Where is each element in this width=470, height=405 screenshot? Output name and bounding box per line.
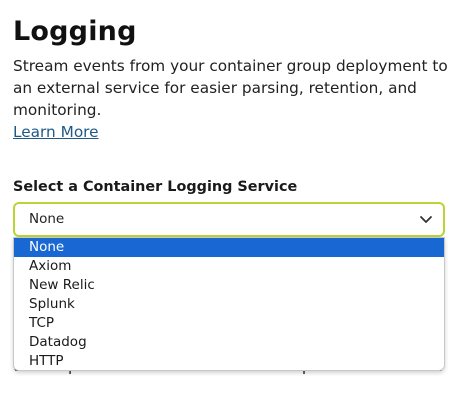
page-title: Logging bbox=[13, 16, 137, 47]
dropdown-options-list: None Axiom New Relic Splunk TCP Datadog … bbox=[14, 238, 444, 370]
learn-more-link[interactable]: Learn More bbox=[13, 121, 458, 143]
logging-service-dropdown: None Axiom New Relic Splunk TCP Datadog … bbox=[13, 237, 445, 371]
logging-service-label: Select a Container Logging Service bbox=[13, 179, 298, 195]
dropdown-option-none[interactable]: None bbox=[14, 238, 444, 257]
select-value: None bbox=[29, 211, 65, 227]
logging-service-select[interactable]: None bbox=[13, 202, 445, 237]
chevron-down-icon bbox=[420, 216, 432, 223]
dropdown-option-tcp[interactable]: TCP bbox=[14, 314, 444, 333]
description-text: Stream events from your container group … bbox=[13, 57, 448, 119]
dropdown-option-axiom[interactable]: Axiom bbox=[14, 257, 444, 276]
dropdown-option-http[interactable]: HTTP bbox=[14, 352, 444, 370]
dropdown-option-datadog[interactable]: Datadog bbox=[14, 333, 444, 352]
dropdown-option-splunk[interactable]: Splunk bbox=[14, 295, 444, 314]
dropdown-option-new-relic[interactable]: New Relic bbox=[14, 276, 444, 295]
page-description: Stream events from your container group … bbox=[13, 55, 458, 143]
